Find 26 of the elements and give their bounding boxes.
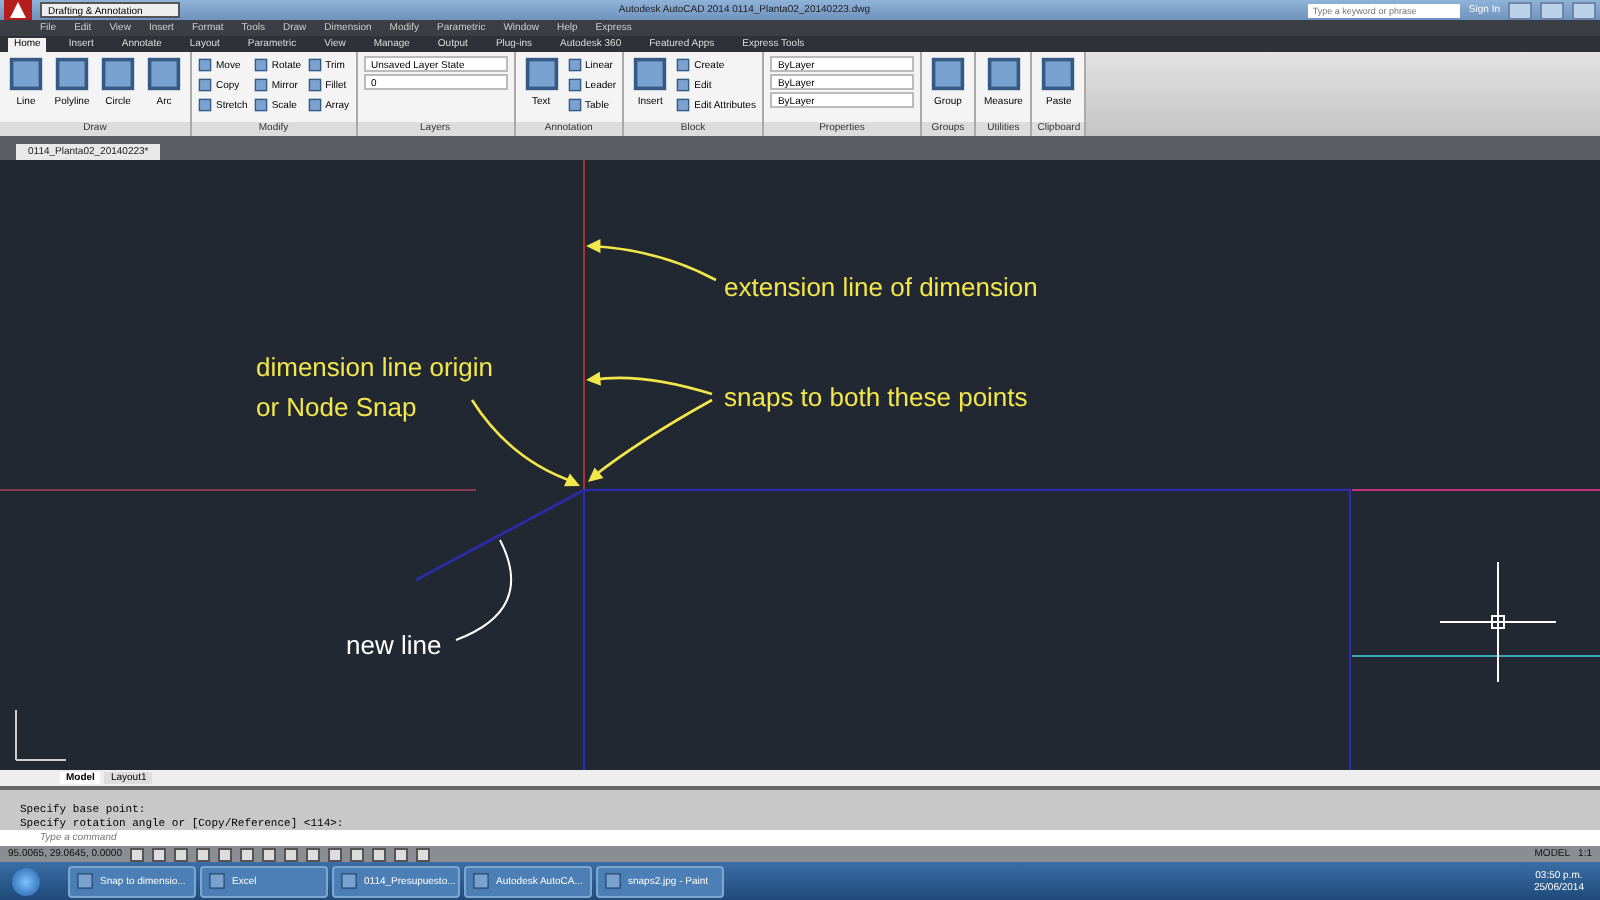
tool-icon [146, 56, 182, 92]
app-logo-icon[interactable] [4, 0, 32, 20]
leader-line [455, 539, 513, 641]
annotation-text: new line [346, 630, 442, 660]
callout-arrow [586, 239, 717, 282]
annotation-text: snaps to both these points [724, 382, 1028, 412]
tool-icon [632, 56, 669, 92]
callout-arrow [470, 399, 580, 487]
tool-icon [100, 56, 136, 92]
app-icon [340, 872, 358, 890]
crosshair-cursor [1439, 561, 1557, 683]
tool-icon [929, 56, 966, 92]
tool-icon [985, 56, 1022, 92]
app-icon [208, 872, 226, 890]
annotation-text: or Node Snap [256, 392, 417, 422]
annotation-text: extension line of dimension [724, 272, 1038, 302]
tool-icon [8, 56, 44, 92]
app-icon [76, 872, 94, 890]
app-icon [604, 872, 622, 890]
tool-icon [523, 56, 560, 92]
annotation-text: dimension line origin [256, 352, 494, 382]
tool-icon [1040, 56, 1077, 92]
ucs-icon [15, 709, 67, 761]
app-icon [472, 872, 490, 890]
tool-icon [54, 56, 90, 92]
start-button[interactable] [12, 867, 40, 895]
